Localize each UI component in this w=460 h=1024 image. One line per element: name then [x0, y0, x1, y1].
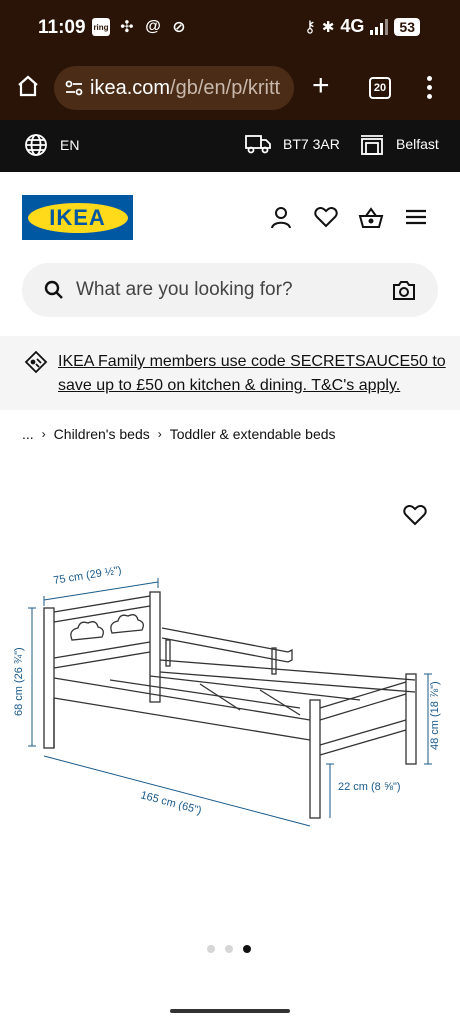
postcode-label: BT7 3AR [283, 136, 340, 152]
url-host: ikea.com [90, 76, 171, 99]
account-icon[interactable] [270, 206, 292, 230]
store-icon [361, 135, 383, 155]
logo-text: IKEA [27, 202, 128, 233]
promo-banner[interactable]: IKEA Family members use code SECRETSAUCE… [0, 336, 460, 410]
breadcrumb-ellipsis[interactable]: ... [22, 426, 34, 442]
browser-toolbar: ikea.com/gb/en/p/kritt + 20 [0, 62, 460, 114]
delivery-truck-icon [245, 135, 271, 154]
browser-chrome: 11:09 ring ✣ @ ⊘ ⚷ ✱ 4G 53 ikea.com/gb/e… [0, 0, 460, 120]
notification-icons: ring ✣ @ ⊘ [92, 18, 188, 36]
promo-link[interactable]: IKEA Family members use code SECRETSAUCE… [58, 350, 448, 398]
menu-icon[interactable] [427, 76, 433, 103]
tag-icon [24, 350, 48, 374]
key-icon: ⚷ [304, 18, 316, 36]
language-selector[interactable]: EN [24, 133, 79, 157]
network-type: 4G [340, 16, 365, 36]
gesture-bar[interactable] [170, 1009, 290, 1013]
store-label: Belfast [396, 136, 439, 152]
breadcrumb-item[interactable]: Children's beds [54, 426, 150, 442]
utility-bar: EN BT7 3AR Belfast [0, 120, 460, 172]
threads-icon: @ [145, 18, 161, 35]
battery-icon: 53 [394, 17, 420, 36]
signal-mute-icon: ⊘ [172, 19, 186, 36]
carousel-dot[interactable] [207, 945, 215, 953]
dimension-width: 75 cm (29 ½") [53, 564, 123, 587]
language-label: EN [60, 137, 80, 153]
camera-search-icon[interactable] [392, 279, 416, 301]
tabs-icon[interactable]: 20 [369, 77, 391, 99]
breadcrumb: ... › Children's beds › Toddler & extend… [22, 426, 336, 442]
dimension-footboard-height: 48 cm (18 ⅞") [429, 681, 441, 750]
signal-bars-icon [370, 18, 389, 35]
status-bar: 11:09 ring ✣ @ ⊘ ⚷ ✱ 4G 53 [0, 0, 460, 58]
address-bar[interactable]: ikea.com/gb/en/p/kritt [54, 66, 294, 110]
ring-app-icon: ring [92, 18, 110, 36]
chevron-right-icon: › [157, 427, 162, 441]
carousel-indicator [207, 945, 251, 953]
ikea-logo[interactable]: IKEA [22, 195, 133, 240]
breadcrumb-item[interactable]: Toddler & extendable beds [170, 426, 336, 442]
wishlist-icon[interactable] [314, 206, 338, 228]
postcode-selector[interactable]: BT7 3AR [245, 133, 340, 155]
carousel-dot-active[interactable] [243, 945, 251, 953]
home-icon[interactable] [16, 74, 40, 98]
carousel-dot[interactable] [225, 945, 233, 953]
search-icon [44, 280, 63, 299]
hamburger-icon[interactable] [405, 206, 427, 228]
pinwheel-icon: ✣ [120, 19, 134, 36]
new-tab-icon[interactable]: + [312, 71, 330, 101]
status-time: 11:09 [38, 17, 86, 38]
dimension-clearance: 22 cm (8 ⅝") [338, 781, 401, 793]
dimension-length: 165 cm (65") [139, 789, 203, 817]
search-input[interactable]: What are you looking for? [76, 279, 293, 301]
chevron-right-icon: › [41, 427, 46, 441]
system-status: ⚷ ✱ 4G 53 [304, 16, 420, 37]
site-settings-icon[interactable] [64, 78, 84, 98]
bluetooth-icon: ✱ [321, 18, 335, 36]
basket-icon[interactable] [358, 206, 384, 230]
search-bar[interactable]: What are you looking for? [22, 263, 438, 317]
url-text: ikea.com/gb/en/p/kritt [90, 77, 280, 100]
url-path: /gb/en/p/kritt [170, 76, 281, 99]
product-image[interactable]: 75 cm (29 ½") 68 cm (26 ¾") 165 cm (65")… [0, 560, 460, 850]
save-to-list-icon[interactable] [403, 504, 427, 526]
store-selector[interactable]: Belfast [360, 133, 439, 155]
dimension-headboard-height: 68 cm (26 ¾") [13, 647, 25, 716]
globe-icon [25, 134, 47, 156]
